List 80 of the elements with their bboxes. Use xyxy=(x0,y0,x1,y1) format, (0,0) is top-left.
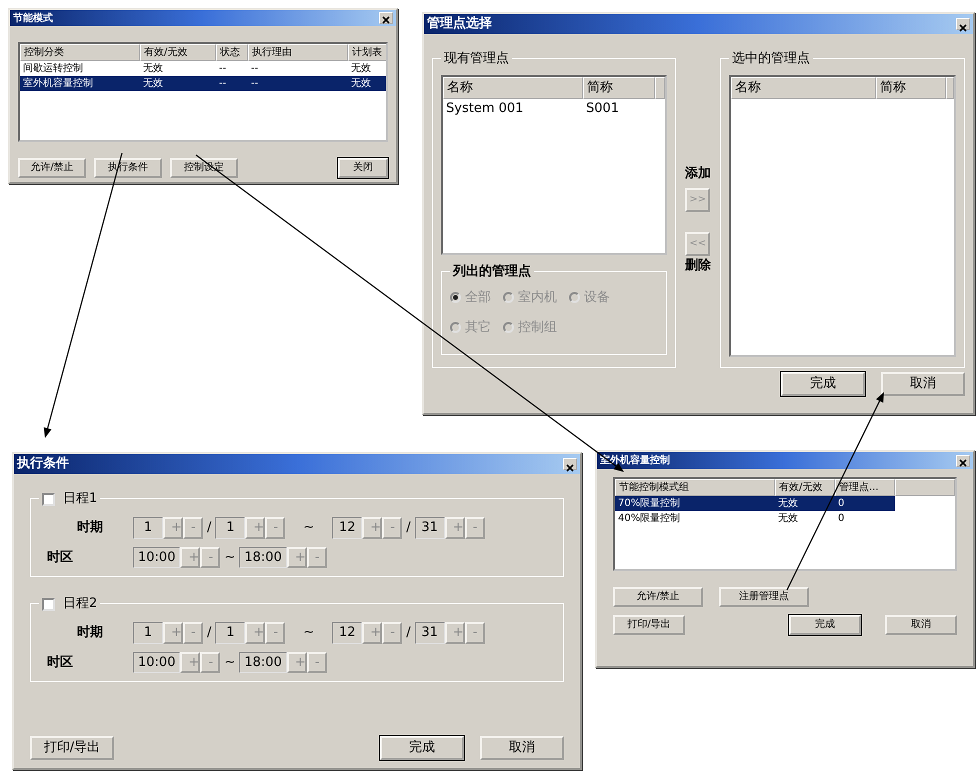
dialog-button[interactable]: 允许/禁止 xyxy=(18,158,86,178)
window-title: 管理点选择 xyxy=(427,15,492,34)
table-cell-text: 无效 xyxy=(350,62,372,76)
column-header[interactable]: 有效/无效 xyxy=(140,44,216,61)
field-label: 时期 xyxy=(76,519,104,538)
value-field[interactable]: 12 xyxy=(332,517,362,539)
table-cell-text: 无效 xyxy=(777,497,799,511)
remove-label: 删除 xyxy=(684,256,711,274)
value-field[interactable]: 31 xyxy=(414,622,445,644)
value-field[interactable]: 12 xyxy=(332,622,362,644)
dialog-button[interactable]: 注册管理点 xyxy=(719,587,809,607)
field-label: 时区 xyxy=(47,548,74,567)
value-field[interactable]: 1 xyxy=(133,517,163,539)
close-icon[interactable] xyxy=(956,18,970,30)
table-cell-text: 间歇运转控制 xyxy=(22,62,84,76)
dialog-button[interactable]: 打印/导出 xyxy=(30,736,114,760)
table-cell-text: 室外机容量控制 xyxy=(22,76,94,91)
table-cell-text: -- xyxy=(250,62,260,76)
column-header[interactable]: 控制分类 xyxy=(20,44,140,61)
close-icon[interactable] xyxy=(563,458,577,470)
table-cell-text: 无效 xyxy=(777,512,799,526)
separator: / xyxy=(206,624,212,642)
close-icon[interactable] xyxy=(956,454,970,466)
separator: / xyxy=(405,519,412,538)
column-header[interactable]: 名称 xyxy=(731,77,876,98)
schedule-checkbox[interactable]: 日程2 xyxy=(39,594,100,614)
separator: ~ xyxy=(223,654,236,672)
separator: / xyxy=(405,624,412,642)
selected-row-highlight[interactable]: 室外机容量控制 无效 -- -- 无效 xyxy=(20,76,386,91)
window-title: 执行条件 xyxy=(17,455,69,474)
value-field[interactable]: 18:00 xyxy=(239,546,287,568)
dialog-button[interactable]: 执行条件 xyxy=(94,158,162,178)
value-field[interactable]: 18:00 xyxy=(239,652,287,674)
table-cell-text: 无效 xyxy=(350,77,372,91)
table-cell-text: -- xyxy=(218,77,228,91)
value-field[interactable]: 1 xyxy=(133,622,163,644)
table-cell-text: System 001 xyxy=(445,100,524,118)
value-field[interactable]: 31 xyxy=(414,517,445,539)
close-icon[interactable] xyxy=(379,12,393,24)
value-field[interactable]: 1 xyxy=(215,622,246,644)
selected-row-highlight[interactable]: 70%限量控制 无效 0 xyxy=(615,496,895,511)
dialog-button[interactable]: 完成 xyxy=(789,615,861,635)
dialog-button[interactable]: 取消 xyxy=(881,372,965,396)
separator: ~ xyxy=(302,624,316,642)
column-header[interactable]: 有效/无效 xyxy=(775,479,835,496)
dialog-button[interactable]: 取消 xyxy=(885,615,957,635)
table-cell-text: 0 xyxy=(837,512,846,526)
dialog-button[interactable]: 允许/禁止 xyxy=(613,587,703,607)
table-cell-text: -- xyxy=(250,77,260,91)
table-cell-text: -- xyxy=(218,62,228,76)
table-cell-text: 70%限量控制 xyxy=(617,496,682,511)
dialog-button[interactable]: 打印/导出 xyxy=(613,615,685,635)
field-label: 时期 xyxy=(76,624,104,642)
column-header[interactable]: 计划表 xyxy=(348,44,386,61)
column-header[interactable]: 名称 xyxy=(443,77,583,98)
value-field[interactable]: 10:00 xyxy=(133,652,180,674)
table-cell-text: 0 xyxy=(837,497,846,511)
dialog-button[interactable]: 关闭 xyxy=(338,158,388,178)
column-header[interactable]: 简称 xyxy=(876,77,946,98)
value-field[interactable]: 10:00 xyxy=(133,546,180,568)
separator: ~ xyxy=(223,548,236,567)
table-cell-text: 40%限量控制 xyxy=(617,512,682,526)
dialog-button[interactable]: 完成 xyxy=(781,372,865,396)
column-header[interactable]: 执行理由 xyxy=(248,44,348,61)
add-label: 添加 xyxy=(684,165,711,183)
field-label: 时区 xyxy=(47,654,74,672)
window-title: 节能模式 xyxy=(13,12,53,26)
column-header[interactable]: 节能控制模式组 xyxy=(615,479,775,496)
column-header[interactable]: 状态 xyxy=(216,44,248,61)
value-field[interactable]: 1 xyxy=(215,517,246,539)
schedule-checkbox[interactable]: 日程1 xyxy=(39,489,100,509)
column-header[interactable]: 简称 xyxy=(583,77,655,98)
column-header[interactable]: 管理点... xyxy=(835,479,895,496)
dialog-button[interactable]: 取消 xyxy=(480,736,564,760)
table-cell-text: 无效 xyxy=(142,62,164,76)
table-cell-text: 无效 xyxy=(142,77,164,91)
dialog-button[interactable]: 完成 xyxy=(380,736,464,760)
separator: ~ xyxy=(302,519,316,538)
separator: / xyxy=(206,519,212,538)
table-cell-text: S001 xyxy=(585,100,620,118)
